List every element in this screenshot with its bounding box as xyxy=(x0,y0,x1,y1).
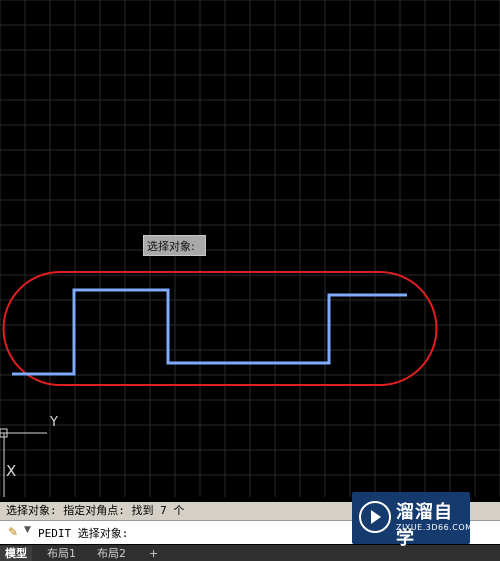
caret-down-icon[interactable]: ▼ xyxy=(24,525,31,535)
command-prompt[interactable]: PEDIT 选择对象: xyxy=(38,525,128,541)
add-layout-button[interactable]: + xyxy=(144,546,163,561)
drawing-canvas[interactable] xyxy=(0,0,500,497)
ucs-x-label: X xyxy=(6,462,17,480)
pencil-icon[interactable]: ✎ xyxy=(8,525,18,539)
ucs-y-label: Y xyxy=(50,415,58,430)
tab-layout2[interactable]: 布局2 xyxy=(92,546,131,561)
selection-outline xyxy=(2,271,438,386)
grid xyxy=(0,0,500,497)
tab-model[interactable]: 模型 xyxy=(0,546,32,561)
selection-tooltip: 选择对象: xyxy=(143,235,206,256)
tab-layout1[interactable]: 布局1 xyxy=(42,546,81,561)
polyline-shape[interactable] xyxy=(12,288,407,376)
play-logo-icon xyxy=(359,501,391,533)
watermark: 溜溜自学 ZIXUE.3D66.COM xyxy=(352,492,473,549)
watermark-url: ZIXUE.3D66.COM xyxy=(396,523,473,532)
